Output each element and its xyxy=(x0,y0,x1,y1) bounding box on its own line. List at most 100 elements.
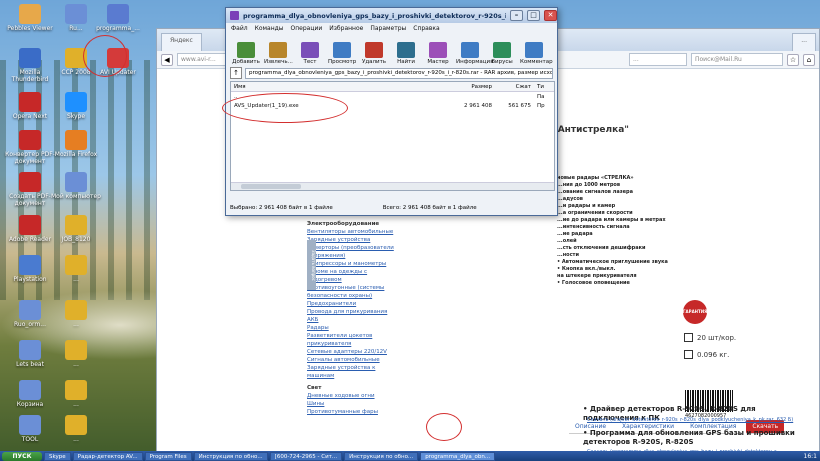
start-button[interactable]: ПУСК xyxy=(2,451,42,461)
desktop-app-icon xyxy=(19,172,41,192)
desktop-icon[interactable]: ... xyxy=(50,380,102,408)
menu-item[interactable]: Команды xyxy=(255,25,284,32)
archive-menubar: Файл Команды Операции Избранное Параметры Спр… xyxy=(226,23,557,34)
desktop-icon[interactable]: ... xyxy=(50,340,102,368)
catalog-link[interactable]: Предохранители xyxy=(307,300,397,308)
desktop-icon[interactable]: Skype xyxy=(50,92,102,120)
toolbar-button[interactable]: Информация xyxy=(456,42,493,65)
horizontal-scrollbar[interactable] xyxy=(231,182,554,190)
back-button-icon[interactable]: ◀ xyxy=(161,53,173,66)
desktop-icon[interactable]: TOOL xyxy=(4,415,56,443)
taskbar-item[interactable]: programma_dlya_obn... xyxy=(420,451,496,461)
archive-path[interactable]: programma_dlya_obnovleniya_gps_bazy_i_pr… xyxy=(245,67,553,79)
address-bar-right[interactable]: ... xyxy=(629,53,687,66)
archive-titlebar[interactable]: programma_dlya_obnovleniya_gps_bazy_i_pr… xyxy=(226,8,557,23)
annotation-oval-download xyxy=(426,413,462,441)
desktop-icon[interactable]: Opera Next xyxy=(4,92,56,120)
archive-statusbar: Выбрано: 2 961 408 байт в 1 файле Всего:… xyxy=(230,203,555,213)
column-header[interactable]: Ти xyxy=(534,84,554,90)
desktop-icon[interactable]: Pebbles Viewer xyxy=(4,4,56,32)
catalog-link[interactable]: Радары xyxy=(307,324,397,332)
desktop-icon[interactable]: Adobe Reader xyxy=(4,215,56,243)
toolbar-button[interactable]: Просмотр xyxy=(328,42,356,65)
desktop-app-icon xyxy=(19,340,41,360)
desktop-icon[interactable]: ... xyxy=(50,300,102,328)
star-icon[interactable]: ☆ xyxy=(787,53,799,66)
taskbar-item[interactable]: Program Files xyxy=(144,451,192,461)
browser-tab-yandex[interactable]: Яндекс xyxy=(161,33,202,51)
desktop-icon[interactable]: Корзина xyxy=(4,380,56,408)
desktop-icon[interactable]: ... xyxy=(50,415,102,443)
up-folder-icon[interactable]: ↑ xyxy=(230,67,242,79)
toolbar-button[interactable]: Вирусы xyxy=(488,42,516,65)
catalog-link[interactable]: Реноме на одежды с подогревом xyxy=(307,268,397,284)
toolbar-button[interactable]: Комментар xyxy=(520,42,553,65)
toolbar-button[interactable]: Добавить xyxy=(232,42,260,65)
maximize-button[interactable]: □ xyxy=(527,10,540,21)
catalog-link[interactable]: Инверторы (преобразователи напряжения) xyxy=(307,244,397,260)
browser-tab-current[interactable]: ... xyxy=(792,33,816,51)
taskbar-item[interactable]: [600-724-2965 - Сит... xyxy=(269,451,343,461)
desktop-icon[interactable]: Lets beat xyxy=(4,340,56,368)
menu-item[interactable]: Избранное xyxy=(329,25,363,32)
download-link[interactable]: Скачать (drajver_detektorov_r-920s_r-820… xyxy=(587,417,797,424)
catalog-link[interactable]: Шины xyxy=(307,400,397,408)
desktop-icon[interactable]: programma_... xyxy=(92,4,144,32)
minimize-button[interactable]: – xyxy=(510,10,523,21)
toolbar-label: Вирусы xyxy=(491,59,513,65)
catalog-link[interactable]: Зарядные устройства к машинам xyxy=(307,364,397,380)
desktop-icon[interactable]: Playstation xyxy=(4,255,56,283)
toolbar-button[interactable]: Извлечь... xyxy=(264,42,293,65)
desktop-app-icon xyxy=(19,300,41,320)
search-input[interactable]: Поиск@Mail.Ru xyxy=(691,53,783,66)
catalog-link[interactable]: Компрессоры и манометры xyxy=(307,260,397,268)
ask-question-tab[interactable]: Задать вопрос xyxy=(307,240,316,290)
menu-item[interactable]: Файл xyxy=(231,25,248,32)
taskbar-item[interactable]: Инструкция по обно... xyxy=(193,451,268,461)
close-button[interactable]: ✕ xyxy=(544,10,557,21)
catalog-link[interactable]: Зарядные устройства xyxy=(307,236,397,244)
desktop-icon[interactable]: JOB_8120 xyxy=(50,215,102,243)
catalog-link[interactable]: Провода для прикуривания АКБ xyxy=(307,308,397,324)
taskbar-item[interactable]: Инструкция по обно... xyxy=(344,451,419,461)
menu-item[interactable]: Параметры xyxy=(370,25,406,32)
desktop-icon[interactable]: Mozilla Firefox xyxy=(50,130,102,158)
toolbar-icon xyxy=(269,42,287,58)
home-icon[interactable]: ⌂ xyxy=(803,53,815,66)
catalog-link[interactable]: Сигналы автомобильные xyxy=(307,356,397,364)
column-header[interactable]: Размер xyxy=(451,84,495,90)
desktop-icon-label: programma_... xyxy=(96,25,140,32)
desktop-icon[interactable]: Ruo_orm... xyxy=(4,300,56,328)
menu-item[interactable]: Операции xyxy=(291,25,323,32)
toolbar-icon xyxy=(429,42,447,58)
desktop-app-icon xyxy=(65,92,87,112)
toolbar-button[interactable]: Найти xyxy=(392,42,420,65)
column-header[interactable]: Сжат xyxy=(495,84,534,90)
desktop-icon[interactable]: Mozilla Thunderbird xyxy=(4,48,56,83)
desktop-icon[interactable]: ... xyxy=(50,255,102,283)
toolbar-button[interactable]: Мастер xyxy=(424,42,452,65)
menu-item[interactable]: Справка xyxy=(413,25,439,32)
desktop-icon-label: Конвертер PDF-документ xyxy=(5,151,55,165)
catalog-link[interactable]: Противоугонные (системы безопасности охр… xyxy=(307,284,397,300)
feature-item: • Кнопка вкл./выкл. xyxy=(557,266,616,272)
desktop-app-icon xyxy=(65,300,87,320)
catalog-link[interactable]: Сетевые адаптеры 220/12V xyxy=(307,348,397,356)
desktop-icon[interactable]: Мой компьютер xyxy=(50,172,102,200)
column-header[interactable]: Имя xyxy=(231,84,451,90)
toolbar-label: Удалить xyxy=(361,59,387,65)
desktop-icon[interactable]: Создать PDF-документ xyxy=(4,172,56,207)
catalog-link[interactable]: Вентиляторы автомобильные xyxy=(307,228,397,236)
toolbar-button[interactable]: Тест xyxy=(296,42,324,65)
taskbar-item[interactable]: Skype xyxy=(44,451,71,461)
toolbar-button[interactable]: Удалить xyxy=(360,42,388,65)
scrollbar-thumb[interactable] xyxy=(241,184,301,189)
annotation-oval-desktop-icon xyxy=(83,35,127,77)
desktop-icon-label: ... xyxy=(73,436,79,443)
catalog-link[interactable]: Дневные ходовые огни xyxy=(307,392,397,400)
catalog-link[interactable]: Противотуманные фары xyxy=(307,408,397,416)
desktop-icon[interactable]: Конвертер PDF-документ xyxy=(4,130,56,165)
catalog-link[interactable]: Разветвители цокетов прикуривателя xyxy=(307,332,397,348)
archive-toolbar: Добавить Извлечь... Тест Просмотр Удалить Най… xyxy=(226,34,557,66)
taskbar-item[interactable]: Радар-детектор AV... xyxy=(72,451,143,461)
